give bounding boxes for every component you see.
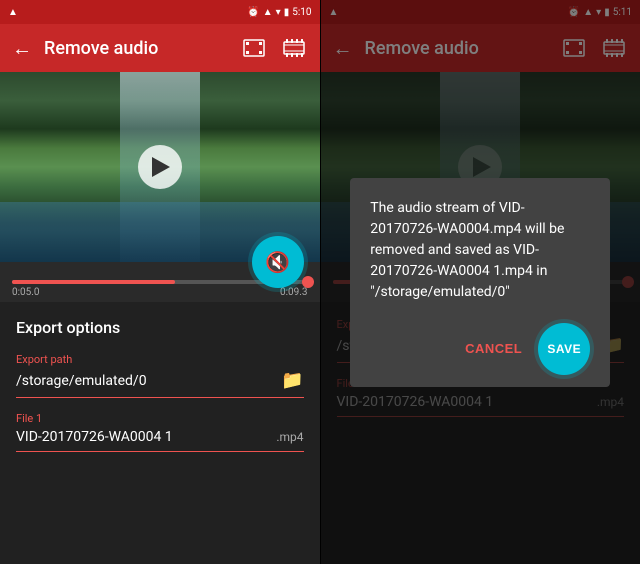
alarm-icon: ⏰ [247, 7, 259, 18]
dialog-message: The audio stream of VID-20170726-WA0004.… [370, 198, 590, 303]
toolbar-1: ← Remove audio [0, 24, 320, 72]
status-left-1: ▲ [8, 7, 18, 18]
mute-button-1[interactable]: 🔇 [252, 236, 304, 288]
save-button[interactable]: SAVE [538, 323, 590, 375]
file-ext-1: .mp4 [276, 430, 303, 444]
folder-icon-1[interactable]: 📁 [281, 370, 303, 391]
export-path-row-1[interactable]: /storage/emulated/0 📁 [16, 370, 304, 398]
dialog-actions: CANCEL SAVE [370, 323, 590, 375]
cancel-button[interactable]: CANCEL [461, 335, 526, 362]
time-start-1: 0:05.0 [12, 287, 40, 298]
file-label-1: File 1 [16, 412, 304, 425]
timeline-progress-1 [12, 280, 175, 284]
time-end-1: 0:09.3 [280, 287, 308, 298]
file-value-1: VID-20170726-WA0004 1 [16, 429, 173, 445]
back-button-1[interactable]: ← [12, 36, 32, 61]
file-row-1: VID-20170726-WA0004 1 .mp4 [16, 429, 304, 452]
panel-2: ▲ ⏰ ▲ ▾ ▮ 5:11 ← Remove audio [321, 0, 640, 564]
video-frame-icon[interactable] [240, 34, 268, 62]
battery-icon: ▮ [284, 7, 290, 18]
dialog-overlay: The audio stream of VID-20170726-WA0004.… [321, 0, 640, 564]
toolbar-title-1: Remove audio [44, 38, 228, 59]
status-right-1: ⏰ ▲ ▾ ▮ 5:10 [247, 7, 311, 18]
panel-1: ▲ ⏰ ▲ ▾ ▮ 5:10 ← Remove audio [0, 0, 320, 564]
status-bar-1: ▲ ⏰ ▲ ▾ ▮ 5:10 [0, 0, 320, 24]
play-button-1[interactable] [138, 145, 182, 189]
signal-icon: ▲ [263, 7, 273, 18]
film-icon[interactable] [280, 34, 308, 62]
wifi-icon: ▾ [276, 7, 281, 18]
export-path-label-1: Export path [16, 353, 304, 366]
mute-button-container: 🔇 [252, 236, 304, 288]
play-triangle-icon [152, 157, 170, 177]
export-section-1: Export options Export path /storage/emul… [0, 302, 320, 474]
mute-icon-1: 🔇 [265, 250, 290, 274]
export-title-1: Export options [16, 318, 304, 337]
confirm-dialog: The audio stream of VID-20170726-WA0004.… [350, 178, 610, 387]
time-display-1: 5:10 [292, 7, 311, 18]
export-path-value-1: /storage/emulated/0 [16, 373, 147, 389]
notification-icon: ▲ [8, 7, 18, 18]
video-area-1[interactable] [0, 72, 320, 262]
